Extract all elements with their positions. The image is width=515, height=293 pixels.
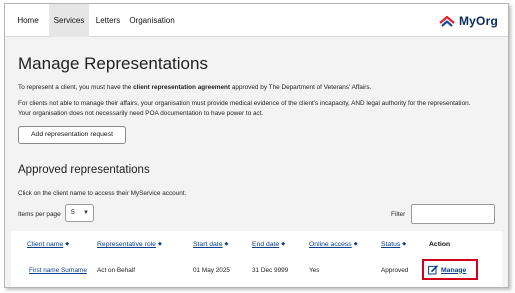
- approved-hint: Click on the client name to access their…: [18, 190, 187, 197]
- cell-online-access: Yes: [309, 267, 320, 274]
- add-representation-button[interactable]: Add representation request: [18, 126, 126, 144]
- sort-icon: ◆: [157, 241, 162, 247]
- sort-icon: ◆: [281, 241, 286, 247]
- chevron-down-icon: ▼: [83, 210, 89, 216]
- evidence-text-2: Your organisation does not necessarily n…: [18, 110, 264, 117]
- intro-suffix: approved by The Department of Veterans' …: [230, 84, 372, 91]
- column-header-label: Start date: [193, 241, 223, 248]
- brand-logo[interactable]: MyOrg: [439, 12, 498, 30]
- items-per-page-value: 5: [71, 209, 75, 216]
- column-header-client-name[interactable]: Client name ◆: [27, 241, 69, 248]
- main-content: Manage Representations To represent a cl…: [5, 38, 508, 287]
- filter-input[interactable]: [411, 204, 495, 224]
- nav-tab-organisation[interactable]: Organisation: [127, 4, 177, 37]
- column-header-label: Representative role: [97, 241, 156, 248]
- manage-button[interactable]: Manage: [428, 265, 466, 275]
- column-header-label: Client name: [27, 241, 64, 248]
- column-header-action: Action: [429, 241, 451, 248]
- cell-start-date: 01 May 2025: [193, 267, 230, 274]
- edit-icon: [428, 265, 438, 275]
- column-header-start-date[interactable]: Start date ◆: [193, 241, 228, 248]
- column-header-online-access[interactable]: Online access ◆: [309, 241, 358, 248]
- sort-icon: ◆: [224, 241, 229, 247]
- column-header-label: Status: [381, 241, 401, 248]
- cell-status: Approved: [381, 267, 409, 274]
- page-title: Manage Representations: [18, 54, 208, 73]
- intro-bold: client representation agreement: [133, 84, 231, 91]
- sort-icon: ◆: [402, 241, 407, 247]
- column-header-role[interactable]: Representative role ◆: [97, 241, 162, 248]
- intro-prefix: To represent a client, you must have the: [18, 84, 134, 91]
- column-header-label: End date: [252, 241, 280, 248]
- items-per-page-select[interactable]: 5 ▼: [65, 204, 94, 222]
- items-per-page-label: Items per page: [18, 211, 61, 218]
- column-header-status[interactable]: Status ◆: [381, 241, 406, 248]
- client-name-link[interactable]: First name Surname: [29, 267, 87, 274]
- sort-icon: ◆: [353, 241, 358, 247]
- cell-end-date: 31 Dec 9999: [252, 267, 289, 274]
- intro-text: To represent a client, you must have the…: [18, 84, 371, 91]
- brand-name: MyOrg: [458, 14, 498, 28]
- cell-role: Act on Behalf: [97, 267, 136, 274]
- app-window: Home Services Letters Organisation MyOrg…: [4, 3, 509, 288]
- approved-section-title: Approved representations: [18, 164, 150, 176]
- nav-tab-letters[interactable]: Letters: [93, 4, 123, 37]
- representations-table: Client name ◆ Representative role ◆ Start …: [11, 231, 502, 287]
- column-header-end-date[interactable]: End date ◆: [252, 241, 285, 248]
- evidence-text-1: For clients not able to manage their aff…: [18, 100, 471, 107]
- column-header-label: Online access: [309, 241, 352, 248]
- nav-tab-home[interactable]: Home: [13, 4, 43, 37]
- top-navigation: Home Services Letters Organisation MyOrg: [5, 4, 508, 37]
- manage-action-highlight: Manage: [422, 259, 478, 280]
- nav-tab-services[interactable]: Services: [49, 4, 89, 37]
- filter-label: Filter: [391, 211, 406, 218]
- sort-icon: ◆: [65, 241, 70, 247]
- chevron-logo-icon: [439, 15, 455, 27]
- manage-label: Manage: [441, 266, 467, 274]
